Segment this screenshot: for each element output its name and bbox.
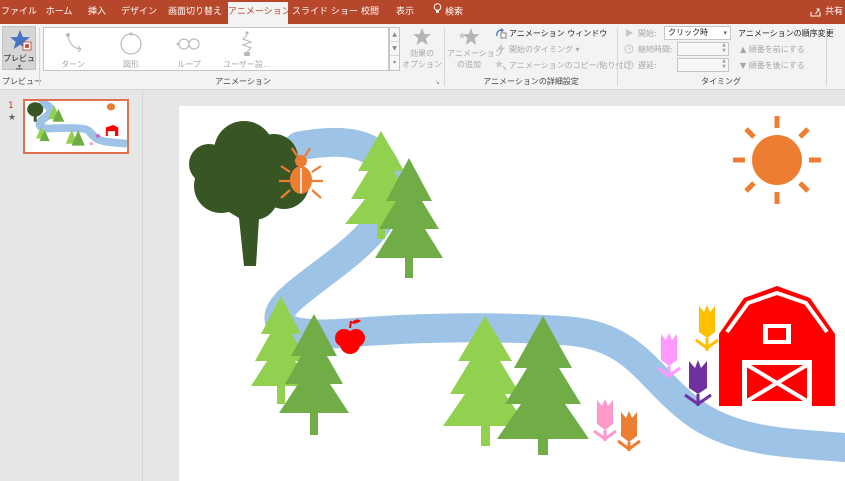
add-animation-line2: の追加: [457, 60, 481, 69]
delay-clock-icon: [624, 60, 634, 70]
add-animation-star-icon: [458, 28, 480, 45]
search-tab-label: 検索: [444, 7, 463, 18]
barn: [719, 286, 835, 406]
gallery-label: ターン: [61, 60, 85, 69]
delay-stepper[interactable]: ▲ ▼: [677, 58, 729, 72]
gallery-scroll-down-icon[interactable]: ▼: [390, 42, 399, 56]
tulip: [657, 333, 681, 378]
move-earlier-button[interactable]: ▲ 順番を前にする: [740, 44, 805, 55]
tab-search[interactable]: 検索: [426, 0, 470, 24]
oak-tree: [189, 121, 309, 266]
up-triangle-icon: ▲: [740, 45, 749, 54]
start-label: 開始:: [638, 29, 657, 38]
slide-thumbnail-pane: 1 ★: [0, 91, 143, 481]
preview-button[interactable]: プレビュー ▾: [2, 26, 36, 74]
turn-path-icon: [66, 33, 82, 53]
tulip: [593, 399, 617, 441]
sun: [733, 116, 821, 204]
group-divider: [39, 28, 40, 86]
tab-home[interactable]: ホーム: [40, 0, 78, 24]
tab-review[interactable]: 校閲: [354, 0, 386, 24]
start-dropdown-value: クリック時: [668, 28, 708, 37]
effect-star-icon: [413, 28, 431, 45]
animation-marker-icon: ★: [8, 113, 17, 123]
lightbulb-icon: [433, 0, 442, 24]
gallery-item-turn[interactable]: ターン: [47, 30, 99, 70]
gallery-scrollbar[interactable]: ▲ ▼ ▾: [389, 27, 400, 71]
start-play-icon: [626, 29, 633, 37]
preview-star-icon: [10, 30, 32, 51]
chevron-down-icon: ▾: [723, 29, 727, 37]
animation-painter-icon: [495, 60, 507, 71]
slide-canvas[interactable]: [179, 106, 845, 481]
share-button[interactable]: 共有: [810, 0, 843, 24]
delay-label: 遅延:: [638, 61, 657, 70]
animation-painter-label: アニメーションのコピー/貼り付け: [509, 61, 632, 70]
slide-thumbnail-1[interactable]: [23, 99, 129, 154]
loop-path-icon: [176, 38, 200, 50]
gallery-label: 図形: [123, 60, 139, 69]
tab-transitions[interactable]: 画面切り替え: [164, 0, 226, 24]
group-divider: [826, 28, 827, 86]
gallery-scroll-up-icon[interactable]: ▲: [390, 28, 399, 42]
gallery-label: ループ: [177, 60, 201, 69]
slide-number: 1: [8, 101, 14, 111]
tab-slideshow[interactable]: スライド ショー: [292, 0, 358, 24]
tulip: [684, 360, 712, 406]
gallery-item-loop[interactable]: ループ: [163, 30, 215, 70]
gallery-label: ユーザー設…: [223, 60, 271, 69]
tulip: [695, 305, 719, 351]
ribbon-tab-bar: ファイル ホーム 挿入 デザイン 画面切り替え アニメーション スライド ショー…: [0, 0, 845, 24]
slide-thumbnail-image: [25, 101, 127, 152]
move-later-label: 順番を後にする: [748, 61, 805, 70]
effect-options-button[interactable]: 効果の オプション: [402, 27, 442, 73]
stepper-arrows-icon: ▲ ▼: [722, 42, 726, 54]
start-dropdown[interactable]: クリック時 ▾: [664, 26, 731, 40]
tab-insert[interactable]: 挿入: [80, 0, 114, 24]
tab-file[interactable]: ファイル: [0, 0, 38, 24]
duration-stepper[interactable]: ▲ ▼: [677, 42, 729, 56]
down-triangle-icon: ▼: [740, 61, 749, 70]
gallery-item-shape[interactable]: 図形: [105, 30, 157, 70]
slide-illustration: [189, 116, 845, 463]
tulip: [617, 411, 641, 451]
tab-view[interactable]: 表示: [388, 0, 422, 24]
dialog-launcher-icon[interactable]: ↘: [435, 79, 440, 86]
duration-clock-icon: [624, 44, 634, 54]
add-animation-line1: アニメーション: [447, 49, 503, 58]
animation-gallery: ターン 図形 ループ ユーザー設…: [43, 27, 389, 71]
animation-pane-label: アニメーション ウィンドウ: [509, 29, 608, 38]
lightning-icon: [497, 43, 505, 55]
effect-options-line1: 効果の: [410, 49, 434, 58]
effect-options-line2: オプション: [402, 60, 442, 69]
preview-dropdown-arrow-icon: ▾: [18, 63, 22, 70]
custom-path-icon: [241, 31, 253, 56]
advanced-animation-group-label: アニメーションの詳細設定: [483, 77, 579, 86]
timing-group-label: タイミング: [701, 77, 741, 86]
add-animation-button[interactable]: アニメーション の追加: [447, 27, 503, 73]
animation-pane-icon: [496, 28, 507, 39]
tab-design[interactable]: デザイン: [116, 0, 162, 24]
preview-group-label: プレビュー: [2, 77, 42, 86]
reorder-title: アニメーションの順序変更: [738, 29, 834, 38]
shape-path-icon: [120, 32, 142, 55]
share-label: 共有: [824, 7, 843, 17]
move-earlier-label: 順番を前にする: [748, 45, 805, 54]
trigger-label: 開始のタイミング ▾: [509, 45, 580, 54]
duration-label: 継続時間:: [638, 45, 673, 54]
gallery-more-icon[interactable]: ▾: [390, 56, 399, 70]
gallery-item-custom[interactable]: ユーザー設…: [221, 30, 273, 70]
move-later-button[interactable]: ▼ 順番を後にする: [740, 60, 805, 71]
slide-editing-area: [144, 91, 845, 481]
share-icon: [810, 8, 821, 16]
tab-animations[interactable]: アニメーション: [228, 2, 291, 24]
animation-group-label: アニメーション: [215, 77, 271, 86]
ribbon: プレビュー ▾ プレビュー ターン 図形 ループ ユーザー設… ▲ ▼ ▾ 効果…: [0, 24, 845, 90]
stepper-arrows-icon: ▲ ▼: [722, 58, 726, 70]
